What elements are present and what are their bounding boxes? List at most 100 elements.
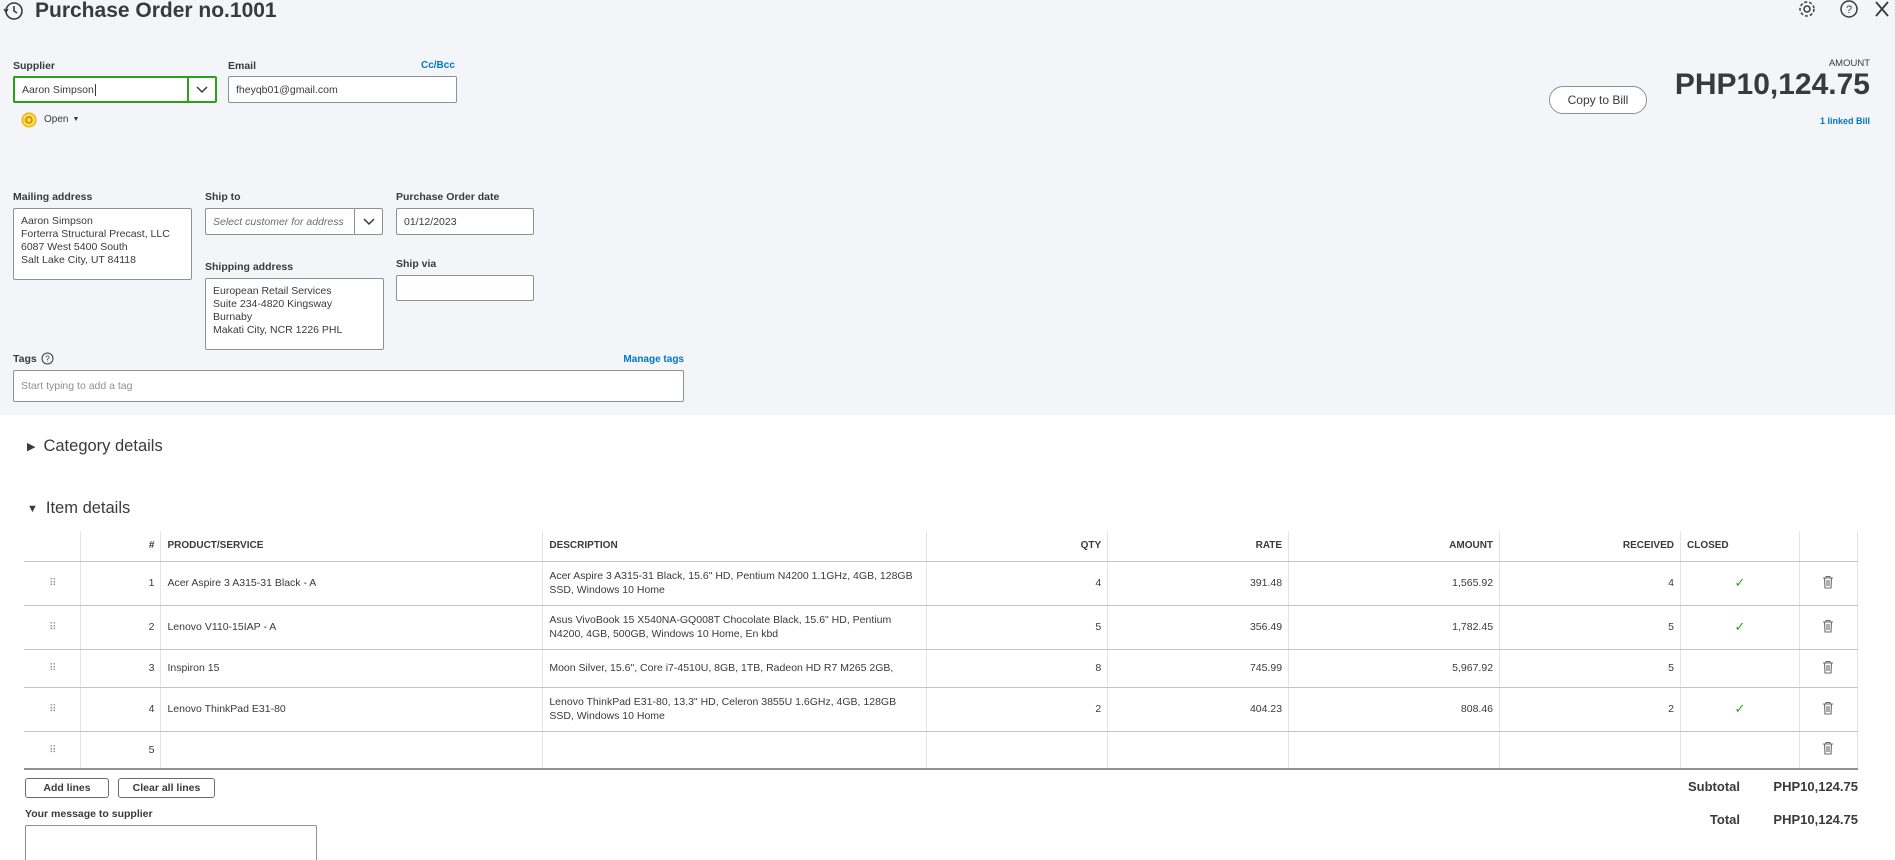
ship-to-dropdown-button[interactable] [354, 208, 383, 235]
caret-down-icon: ▼ [72, 116, 80, 123]
qty-cell[interactable]: 8 [926, 649, 1109, 688]
close-icon[interactable] [1870, 0, 1894, 18]
table-row[interactable]: ⠿ 3 Inspiron 15 Moon Silver, 15.6", Core… [24, 649, 1859, 688]
description-cell[interactable]: Acer Aspire 3 A315-31 Black, 15.6" HD, P… [542, 561, 928, 606]
qty-cell[interactable]: 2 [926, 687, 1109, 732]
mailing-address-label: Mailing address [13, 191, 93, 203]
col-header-received: RECEIVED [1499, 531, 1681, 562]
shipping-address-field[interactable]: European Retail Services Suite 234-4820 … [205, 278, 384, 350]
drag-handle-icon[interactable]: ⠿ [49, 745, 56, 756]
trash-icon[interactable] [1822, 741, 1834, 755]
mailing-address-field[interactable]: Aaron Simpson Forterra Structural Precas… [13, 208, 192, 280]
subtotal-value: PHP10,124.75 [1773, 779, 1858, 794]
received-cell: 5 [1499, 649, 1681, 688]
table-row[interactable]: ⠿ 2 Lenovo V110-15IAP - A Asus VivoBook … [24, 605, 1859, 650]
description-cell[interactable]: Asus VivoBook 15 X540NA-GQ008T Chocolate… [542, 605, 928, 650]
amount-cell[interactable]: 808.46 [1288, 687, 1501, 732]
amount-cell[interactable] [1288, 731, 1501, 770]
description-cell[interactable]: Lenovo ThinkPad E31-80, 13.3" HD, Celero… [542, 687, 928, 732]
shipping-line: Suite 234-4820 Kingsway [213, 298, 333, 310]
mailing-line: 6087 West 5400 South [21, 241, 128, 253]
trash-icon[interactable] [1822, 660, 1834, 674]
description-cell[interactable]: Moon Silver, 15.6", Core i7-4510U, 8GB, … [542, 649, 928, 688]
supplier-input[interactable]: Aaron Simpson [13, 76, 187, 103]
trash-icon[interactable] [1822, 575, 1834, 589]
amount-cell[interactable]: 5,967.92 [1288, 649, 1501, 688]
tags-label: Tags [13, 352, 37, 365]
col-header-description: DESCRIPTION [542, 531, 928, 562]
closed-check-icon[interactable]: ✓ [1735, 575, 1746, 590]
closed-check-icon[interactable]: ✓ [1735, 619, 1746, 634]
cc-bcc-link[interactable]: Cc/Bcc [421, 60, 455, 71]
qty-cell[interactable]: 4 [926, 561, 1109, 606]
description-cell[interactable] [542, 731, 928, 770]
product-cell[interactable]: Lenovo ThinkPad E31-80 [160, 687, 544, 732]
trash-icon[interactable] [1822, 701, 1834, 715]
amount-cell[interactable]: 1,565.92 [1288, 561, 1501, 606]
trash-icon[interactable] [1822, 619, 1834, 633]
rate-cell[interactable]: 745.99 [1107, 649, 1290, 688]
received-cell: 2 [1499, 687, 1681, 732]
product-cell[interactable]: Inspiron 15 [160, 649, 544, 688]
add-lines-button[interactable]: Add lines [25, 778, 109, 798]
product-cell[interactable] [160, 731, 544, 770]
qty-cell[interactable]: 5 [926, 605, 1109, 650]
history-icon[interactable] [2, 1, 24, 21]
drag-handle-icon[interactable]: ⠿ [49, 578, 56, 589]
row-number: 2 [80, 605, 162, 650]
received-cell: 4 [1499, 561, 1681, 606]
gear-icon[interactable] [1795, 0, 1819, 18]
supplier-dropdown-button[interactable] [187, 76, 217, 103]
rate-cell[interactable] [1107, 731, 1290, 770]
closed-cell[interactable] [1680, 731, 1800, 770]
table-row[interactable]: ⠿ 5 [24, 731, 1859, 770]
rate-cell[interactable]: 404.23 [1107, 687, 1290, 732]
closed-cell[interactable] [1680, 649, 1800, 688]
table-header-row: # PRODUCT/SERVICE DESCRIPTION QTY RATE A… [24, 531, 1859, 562]
status-label: Open [44, 114, 69, 125]
total-label: Total [1709, 812, 1740, 827]
product-cell[interactable]: Acer Aspire 3 A315-31 Black - A [160, 561, 544, 606]
drag-handle-icon[interactable]: ⠿ [49, 704, 56, 715]
svg-text:?: ? [1846, 4, 1852, 16]
col-header-product: PRODUCT/SERVICE [160, 531, 544, 562]
po-date-input[interactable]: 01/12/2023 [396, 208, 534, 235]
help-icon[interactable]: ? [1837, 0, 1861, 18]
closed-check-icon[interactable]: ✓ [1735, 701, 1746, 716]
drag-handle-icon[interactable]: ⠿ [49, 663, 56, 674]
page-title: Purchase Order no.1001 [35, 0, 277, 22]
mailing-line: Forterra Structural Precast, LLC [21, 228, 170, 240]
row-number: 5 [80, 731, 162, 770]
col-header-closed: CLOSED [1680, 531, 1800, 562]
message-to-supplier-field[interactable] [25, 825, 317, 860]
copy-to-bill-button[interactable]: Copy to Bill [1549, 86, 1647, 114]
info-icon[interactable]: ? [41, 352, 54, 365]
clear-all-lines-button[interactable]: Clear all lines [118, 778, 215, 798]
item-details-toggle[interactable]: ▼ Item details [27, 499, 130, 518]
rate-cell[interactable]: 356.49 [1107, 605, 1290, 650]
shipping-line: European Retail Services [213, 285, 332, 297]
item-details-table: # PRODUCT/SERVICE DESCRIPTION QTY RATE A… [24, 531, 1859, 770]
amount-cell[interactable]: 1,782.45 [1288, 605, 1501, 650]
manage-tags-link[interactable]: Manage tags [590, 354, 684, 365]
received-cell [1499, 731, 1681, 770]
ship-via-input[interactable] [396, 275, 534, 301]
tags-input[interactable]: Start typing to add a tag [13, 370, 684, 402]
col-header-qty: QTY [926, 531, 1109, 562]
mailing-line: Salt Lake City, UT 84118 [21, 254, 136, 266]
table-row[interactable]: ⠿ 4 Lenovo ThinkPad E31-80 Lenovo ThinkP… [24, 687, 1859, 732]
rate-cell[interactable]: 391.48 [1107, 561, 1290, 606]
item-details-title: Item details [45, 499, 131, 517]
ship-to-input[interactable]: Select customer for address [205, 208, 354, 235]
table-row[interactable]: ⠿ 1 Acer Aspire 3 A315-31 Black - A Acer… [24, 561, 1859, 606]
email-input[interactable]: fheyqb01@gmail.com [228, 76, 457, 103]
category-details-toggle[interactable]: ▶ Category details [27, 437, 163, 456]
status-open-icon [21, 112, 37, 128]
drag-handle-icon[interactable]: ⠿ [49, 622, 56, 633]
linked-bill-link[interactable]: 1 linked Bill [1770, 116, 1870, 126]
chevron-down-icon [196, 85, 208, 93]
row-number: 1 [80, 561, 162, 606]
product-cell[interactable]: Lenovo V110-15IAP - A [160, 605, 544, 650]
qty-cell[interactable] [926, 731, 1109, 770]
status-dropdown[interactable]: Open ▼ [44, 114, 79, 125]
